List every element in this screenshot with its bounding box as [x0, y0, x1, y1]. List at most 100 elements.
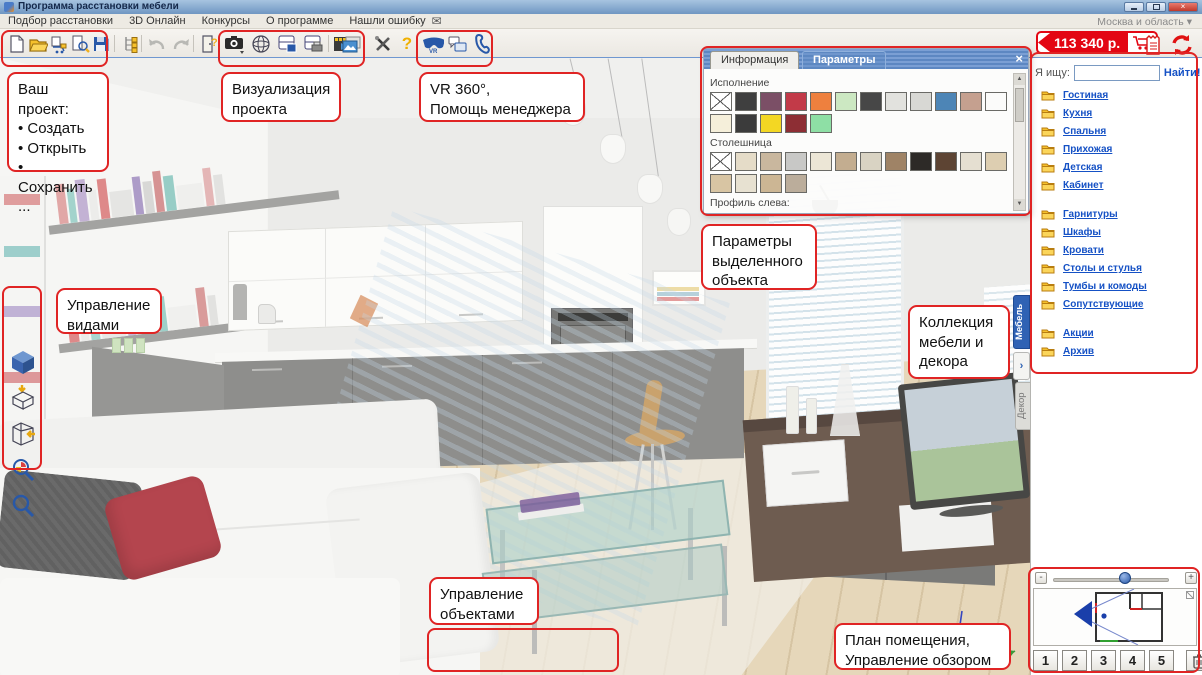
category-link[interactable]: Гостиная: [1063, 90, 1108, 101]
candles[interactable]: [786, 364, 876, 434]
clear-plan-button[interactable]: [1186, 650, 1202, 671]
material-swatch[interactable]: [785, 92, 807, 111]
category-link[interactable]: Столы и стулья: [1063, 263, 1142, 274]
material-swatch[interactable]: [810, 152, 832, 171]
zoom-button[interactable]: [10, 492, 36, 520]
material-swatch[interactable]: [760, 114, 782, 133]
category-link[interactable]: Гарнитуры: [1063, 209, 1118, 220]
material-swatch[interactable]: [710, 174, 732, 193]
scroll-down-icon[interactable]: ▼: [1014, 199, 1025, 210]
jars[interactable]: [112, 338, 152, 354]
material-swatch[interactable]: [835, 92, 857, 111]
plan-page-button[interactable]: 2: [1062, 650, 1087, 671]
sidebar-category[interactable]: Прихожая: [1041, 142, 1198, 157]
category-link[interactable]: Сопутствующие: [1063, 299, 1143, 310]
swatch-none[interactable]: [710, 152, 732, 171]
material-swatch[interactable]: [885, 92, 907, 111]
material-swatch[interactable]: [835, 152, 857, 171]
sidebar-category[interactable]: Шкафы: [1041, 225, 1198, 240]
material-swatch[interactable]: [760, 174, 782, 193]
material-swatch[interactable]: [885, 152, 907, 171]
scroll-up-icon[interactable]: ▲: [1014, 74, 1025, 85]
tab-furniture[interactable]: Мебель: [1013, 295, 1030, 349]
room-plan-view[interactable]: [1033, 588, 1197, 646]
material-swatch[interactable]: [860, 92, 882, 111]
order-receipt-button[interactable]: [1143, 33, 1163, 56]
material-swatch[interactable]: [735, 92, 757, 111]
category-link[interactable]: Архив: [1063, 346, 1094, 357]
expand-plan-icon[interactable]: [1186, 591, 1194, 599]
category-link[interactable]: Кухня: [1063, 108, 1092, 119]
sidebar-category[interactable]: Детская: [1041, 160, 1198, 175]
sidebar-category[interactable]: Архив: [1041, 344, 1198, 359]
category-link[interactable]: Прихожая: [1063, 144, 1112, 155]
save-project-button[interactable]: [90, 32, 112, 55]
view-side-button[interactable]: [10, 420, 36, 448]
undo-button[interactable]: [146, 32, 168, 55]
material-swatch[interactable]: [910, 92, 932, 111]
menu-item[interactable]: О программе: [266, 15, 333, 27]
material-swatch[interactable]: [735, 174, 757, 193]
vr-goggles-button[interactable]: VR: [422, 32, 444, 55]
swatch-none[interactable]: [710, 92, 732, 111]
zoom-out-button[interactable]: -: [1035, 572, 1047, 584]
search-input[interactable]: [1074, 65, 1160, 81]
category-link[interactable]: Акции: [1063, 328, 1094, 339]
project-tree-button[interactable]: [120, 32, 142, 55]
tab-information[interactable]: Информация: [710, 51, 799, 69]
zoom-slider[interactable]: - +: [1033, 570, 1199, 586]
cart-price-widget[interactable]: 113 340 р.: [1036, 31, 1158, 54]
sidebar-category[interactable]: Кровати: [1041, 243, 1198, 258]
sidebar-category[interactable]: Кабинет: [1041, 178, 1198, 193]
category-link[interactable]: Кабинет: [1063, 180, 1103, 191]
material-swatch[interactable]: [860, 152, 882, 171]
minimize-button[interactable]: [1124, 2, 1144, 12]
category-link[interactable]: Кровати: [1063, 245, 1104, 256]
view-3d-button[interactable]: [10, 348, 36, 376]
plan-page-button[interactable]: 4: [1120, 650, 1145, 671]
sidebar-category[interactable]: Кухня: [1041, 106, 1198, 121]
settings-tools-button[interactable]: [372, 32, 394, 55]
panel-header[interactable]: Информация Параметры ×: [704, 49, 1028, 69]
open-project-button[interactable]: [27, 32, 49, 55]
sidebar-category[interactable]: Столы и стулья: [1041, 261, 1198, 276]
material-swatch[interactable]: [960, 152, 982, 171]
menu-item[interactable]: Конкурсы: [202, 15, 250, 27]
material-swatch[interactable]: [785, 152, 807, 171]
plan-page-button[interactable]: 3: [1091, 650, 1116, 671]
material-swatch[interactable]: [960, 92, 982, 111]
tab-parameters[interactable]: Параметры: [802, 51, 886, 69]
blender[interactable]: [233, 284, 247, 320]
plan-page-button[interactable]: 5: [1149, 650, 1174, 671]
gallery-button[interactable]: [342, 33, 364, 56]
menu-item[interactable]: Подбор расстановки: [8, 15, 113, 27]
category-link[interactable]: Детская: [1063, 162, 1102, 173]
material-swatch[interactable]: [985, 152, 1007, 171]
material-swatch[interactable]: [760, 152, 782, 171]
plan-page-button[interactable]: 1: [1033, 650, 1058, 671]
exit-door-button[interactable]: ?: [198, 32, 220, 55]
zoom-in-button[interactable]: +: [1185, 572, 1197, 584]
save-view-button[interactable]: [276, 32, 298, 55]
sidebar-category[interactable]: Спальня: [1041, 124, 1198, 139]
print-preview-button[interactable]: [69, 32, 91, 55]
project-order-button[interactable]: [48, 32, 70, 55]
sidebar-category[interactable]: Акции: [1041, 326, 1198, 341]
zoom-selection-button[interactable]: [10, 456, 36, 484]
panel-scrollbar[interactable]: ▲ ▼: [1013, 73, 1026, 211]
collapse-arrow-icon[interactable]: ›: [1013, 352, 1030, 380]
help-button[interactable]: ?: [396, 32, 418, 55]
maximize-button[interactable]: [1146, 2, 1166, 12]
material-swatch[interactable]: [935, 152, 957, 171]
kettle[interactable]: [258, 304, 276, 324]
material-swatch[interactable]: [810, 92, 832, 111]
refresh-icon[interactable]: [1168, 31, 1196, 59]
material-swatch[interactable]: [810, 114, 832, 133]
manager-chat-button[interactable]: [447, 32, 469, 55]
material-swatch[interactable]: [710, 114, 732, 133]
view-top-button[interactable]: [10, 383, 36, 411]
category-link[interactable]: Шкафы: [1063, 227, 1101, 238]
3d-view-button[interactable]: [250, 32, 272, 55]
material-swatch[interactable]: [735, 152, 757, 171]
print-view-button[interactable]: [302, 32, 324, 55]
